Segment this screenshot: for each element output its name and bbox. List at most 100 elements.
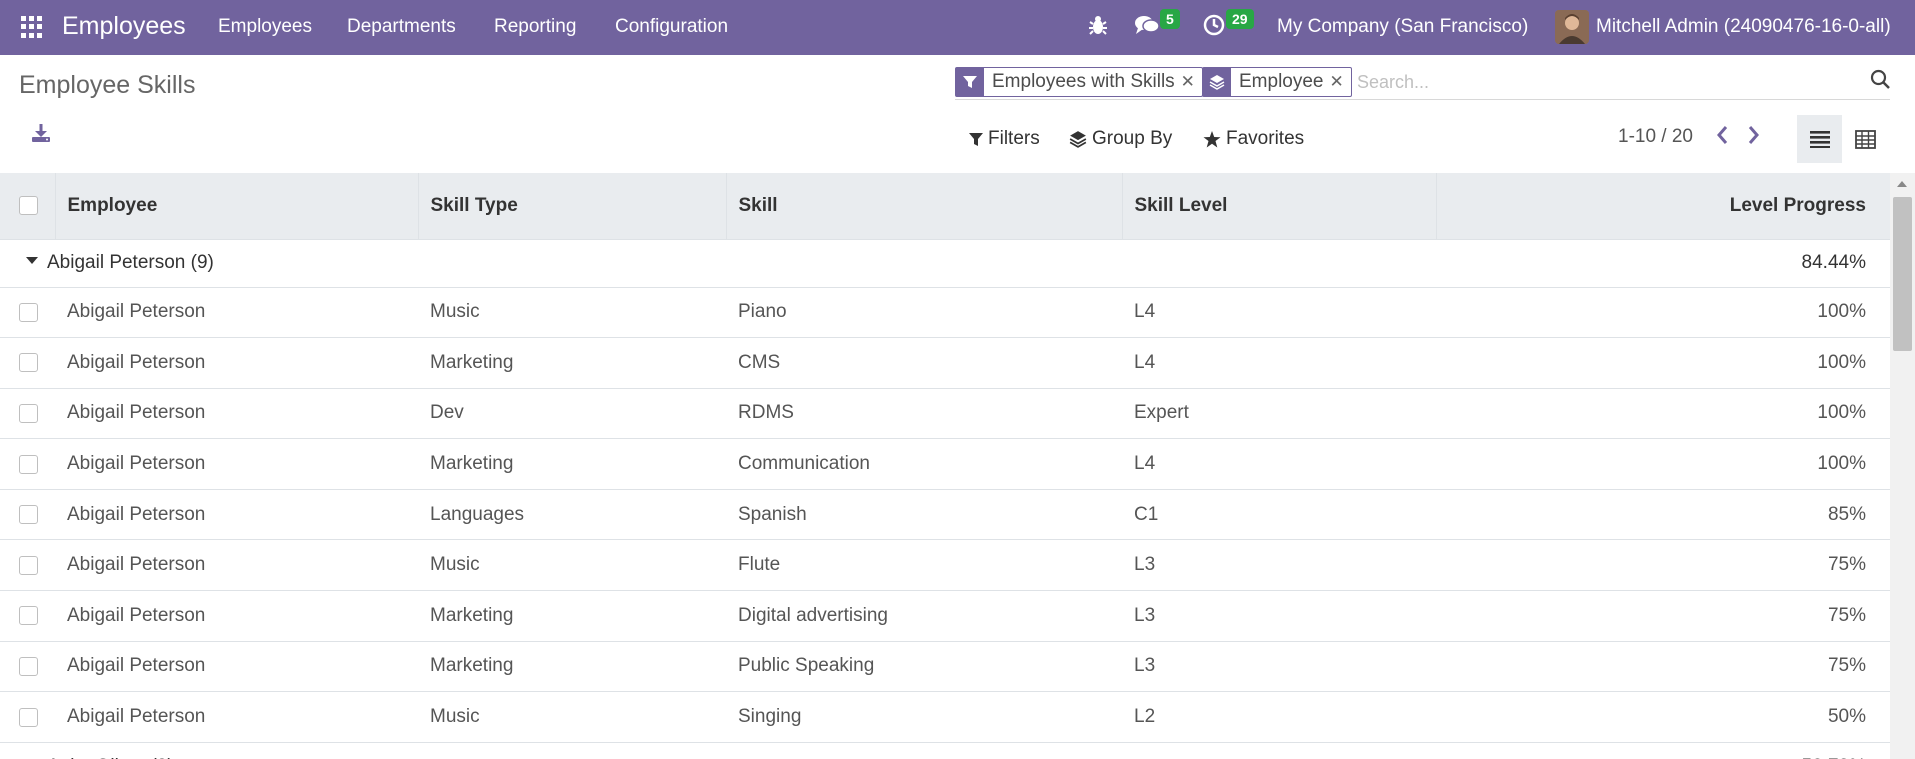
row-checkbox-cell[interactable]	[0, 539, 55, 591]
row-skill-level: L4	[1122, 438, 1436, 490]
pager-previous-icon[interactable]	[1715, 124, 1729, 152]
row-checkbox[interactable]	[19, 505, 38, 525]
group-aggregate: 52.78%	[1436, 741, 1890, 759]
row-skill: Piano	[726, 286, 1122, 338]
groupby-button[interactable]: Group By	[1069, 128, 1172, 150]
scroll-thumb[interactable]	[1893, 197, 1912, 351]
table-row[interactable]: Abigail Peterson Languages Spanish C1 85%	[0, 488, 1890, 540]
column-skill-level[interactable]: Skill Level	[1121, 173, 1436, 239]
row-checkbox[interactable]	[19, 353, 38, 373]
table-row[interactable]: Abigail Peterson Marketing Public Speaking…	[0, 640, 1890, 692]
search-underline	[955, 99, 1890, 100]
row-checkbox[interactable]	[19, 403, 38, 423]
row-employee: Abigail Peterson	[55, 438, 418, 490]
row-skill-type: Music	[418, 539, 726, 591]
row-checkbox[interactable]	[19, 606, 38, 626]
pager-value[interactable]: 1-10 / 20	[1618, 126, 1693, 148]
pager-next-icon[interactable]	[1747, 124, 1761, 152]
table-row[interactable]: Abigail Peterson Music Singing L2 50%	[0, 691, 1890, 743]
row-skill: RDMS	[726, 387, 1122, 439]
favorites-label: Favorites	[1226, 128, 1305, 149]
row-skill-level: C1	[1122, 488, 1436, 540]
user-avatar[interactable]	[1555, 10, 1589, 44]
select-all-checkbox-cell[interactable]	[0, 173, 55, 239]
row-skill-level: L3	[1122, 539, 1436, 591]
menu-departments[interactable]: Departments	[347, 16, 456, 38]
clock-activity-icon[interactable]	[1203, 14, 1225, 42]
row-checkbox-cell[interactable]	[0, 438, 55, 490]
search-input[interactable]	[1357, 69, 1857, 95]
group-header[interactable]: Abigail Peterson (9)	[0, 238, 1122, 287]
row-level-progress: 100%	[1436, 286, 1890, 338]
row-checkbox-cell[interactable]	[0, 488, 55, 540]
menu-configuration[interactable]: Configuration	[615, 16, 728, 38]
row-checkbox[interactable]	[19, 707, 38, 727]
group-row[interactable]: Anita Oliver (9) 52.78%	[0, 741, 1890, 759]
row-skill-level: L2	[1122, 691, 1436, 743]
app-title[interactable]: Employees	[62, 12, 186, 41]
row-level-progress: 100%	[1436, 337, 1890, 389]
filter-icon	[956, 68, 984, 96]
row-checkbox[interactable]	[19, 555, 38, 575]
user-menu[interactable]: Mitchell Admin (24090476-16-0-all)	[1596, 16, 1891, 38]
row-skill: Public Speaking	[726, 640, 1122, 692]
table-row[interactable]: Abigail Peterson Marketing Digital adverti…	[0, 590, 1890, 642]
row-skill: Digital advertising	[726, 590, 1122, 642]
row-checkbox-cell[interactable]	[0, 640, 55, 692]
chat-bubbles-icon[interactable]	[1134, 14, 1160, 42]
download-icon[interactable]	[30, 122, 54, 146]
filters-button[interactable]: Filters	[969, 128, 1040, 150]
list-view-icon[interactable]	[1797, 115, 1842, 163]
row-employee: Abigail Peterson	[55, 387, 418, 439]
row-skill-type: Marketing	[418, 337, 726, 389]
row-skill-type: Marketing	[418, 640, 726, 692]
row-level-progress: 50%	[1436, 691, 1890, 743]
menu-employees[interactable]: Employees	[218, 16, 312, 38]
company-switcher[interactable]: My Company (San Francisco)	[1277, 16, 1528, 38]
row-skill-level: L4	[1122, 286, 1436, 338]
row-checkbox-cell[interactable]	[0, 286, 55, 338]
row-checkbox-cell[interactable]	[0, 590, 55, 642]
skills-list: Employee Skill Type Skill Skill Level Le…	[0, 173, 1890, 759]
select-all-checkbox[interactable]	[19, 196, 38, 216]
group-row[interactable]: Abigail Peterson (9) 84.44%	[0, 238, 1890, 287]
row-skill-level: L4	[1122, 337, 1436, 389]
row-checkbox[interactable]	[19, 302, 38, 322]
search-icon[interactable]	[1870, 69, 1891, 96]
pivot-view-icon[interactable]	[1843, 115, 1888, 163]
table-row[interactable]: Abigail Peterson Marketing Communication L4…	[0, 438, 1890, 490]
activities-badge: 29	[1226, 9, 1254, 29]
row-level-progress: 100%	[1436, 387, 1890, 439]
favorites-button[interactable]: Favorites	[1203, 128, 1304, 150]
page-title: Employee Skills	[19, 71, 196, 99]
column-skill-type[interactable]: Skill Type	[417, 173, 726, 239]
row-checkbox-cell[interactable]	[0, 387, 55, 439]
menu-reporting[interactable]: Reporting	[494, 16, 576, 38]
column-skill[interactable]: Skill	[725, 173, 1122, 239]
scroll-up-arrow-icon[interactable]	[1897, 181, 1907, 187]
facet-filter-remove-icon[interactable]: ✕	[1181, 68, 1202, 96]
row-checkbox[interactable]	[19, 656, 38, 676]
row-checkbox-cell[interactable]	[0, 337, 55, 389]
row-checkbox-cell[interactable]	[0, 691, 55, 743]
group-header[interactable]: Anita Oliver (9)	[0, 741, 1122, 759]
row-checkbox[interactable]	[19, 454, 38, 474]
app-grid-icon[interactable]	[21, 16, 43, 38]
table-row[interactable]: Abigail Peterson Music Flute L3 75%	[0, 539, 1890, 591]
column-level-progress[interactable]: Level Progress	[1435, 173, 1890, 239]
row-employee: Abigail Peterson	[55, 539, 418, 591]
row-level-progress: 75%	[1436, 640, 1890, 692]
table-row[interactable]: Abigail Peterson Marketing CMS L4 100%	[0, 337, 1890, 389]
debug-bug-icon[interactable]	[1088, 14, 1108, 42]
facet-groupby: Employee ✕	[1202, 67, 1352, 97]
facet-groupby-remove-icon[interactable]: ✕	[1330, 68, 1351, 96]
filters-label: Filters	[988, 128, 1040, 149]
vertical-scrollbar[interactable]	[1890, 173, 1915, 759]
table-row[interactable]: Abigail Peterson Music Piano L4 100%	[0, 286, 1890, 338]
column-employee[interactable]: Employee	[54, 173, 418, 239]
row-skill-type: Languages	[418, 488, 726, 540]
row-skill-level: L3	[1122, 590, 1436, 642]
caret-down-icon[interactable]	[26, 257, 38, 265]
row-employee: Abigail Peterson	[55, 337, 418, 389]
table-row[interactable]: Abigail Peterson Dev RDMS Expert 100%	[0, 387, 1890, 439]
